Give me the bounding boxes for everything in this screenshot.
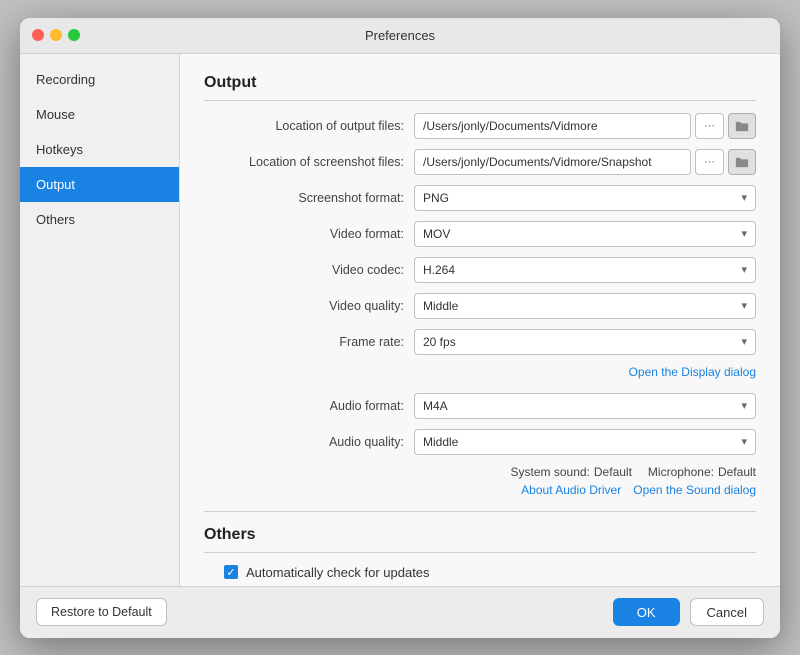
video-codec-label: Video codec: <box>204 263 414 277</box>
output-location-label: Location of output files: <box>204 119 414 133</box>
preferences-window: Preferences Recording Mouse Hotkeys Outp… <box>20 18 780 638</box>
video-format-label: Video format: <box>204 227 414 241</box>
video-quality-value: Middle <box>423 299 458 313</box>
audio-quality-row: Audio quality: Middle ▾ <box>204 429 756 455</box>
audio-quality-arrow: ▾ <box>741 435 747 448</box>
audio-links-row: About Audio Driver Open the Sound dialog <box>204 483 756 497</box>
sidebar-item-others[interactable]: Others <box>20 202 179 237</box>
screenshot-location-label: Location of screenshot files: <box>204 155 414 169</box>
screenshot-format-arrow: ▾ <box>741 191 747 204</box>
main-panel: Output Location of output files: ··· Loc… <box>180 54 780 586</box>
auto-check-label: Automatically check for updates <box>246 565 430 580</box>
ok-button[interactable]: OK <box>613 598 680 626</box>
video-quality-arrow: ▾ <box>741 299 747 312</box>
action-buttons: OK Cancel <box>613 598 764 626</box>
display-link-row: Open the Display dialog <box>204 365 756 379</box>
video-quality-dropdown[interactable]: Middle ▾ <box>414 293 756 319</box>
video-codec-dropdown[interactable]: H.264 ▾ <box>414 257 756 283</box>
screenshot-location-input[interactable] <box>414 149 691 175</box>
system-audio-row: System sound: Default Microphone: Defaul… <box>204 465 756 479</box>
video-format-dropdown[interactable]: MOV ▾ <box>414 221 756 247</box>
system-sound-item: System sound: Default <box>511 465 632 479</box>
video-format-arrow: ▾ <box>741 227 747 240</box>
video-codec-row: Video codec: H.264 ▾ <box>204 257 756 283</box>
traffic-lights <box>32 29 80 41</box>
screenshot-location-dots-button[interactable]: ··· <box>695 149 724 175</box>
zoom-button[interactable] <box>68 29 80 41</box>
auto-check-row: ✓ Automatically check for updates <box>224 565 756 580</box>
folder-icon <box>735 156 749 168</box>
auto-check-checkbox[interactable]: ✓ <box>224 565 238 579</box>
folder-icon <box>735 120 749 132</box>
sidebar-item-hotkeys[interactable]: Hotkeys <box>20 132 179 167</box>
frame-rate-row: Frame rate: 20 fps ▾ <box>204 329 756 355</box>
open-display-link[interactable]: Open the Display dialog <box>629 365 756 379</box>
video-codec-value: H.264 <box>423 263 455 277</box>
output-location-row: Location of output files: ··· <box>204 113 756 139</box>
microphone-value: Default <box>718 465 756 479</box>
audio-quality-value: Middle <box>423 435 458 449</box>
microphone-item: Microphone: Default <box>648 465 756 479</box>
output-location-input[interactable] <box>414 113 691 139</box>
frame-rate-value: 20 fps <box>423 335 456 349</box>
screenshot-location-row: Location of screenshot files: ··· <box>204 149 756 175</box>
output-location-field: ··· <box>414 113 756 139</box>
sidebar-item-mouse[interactable]: Mouse <box>20 97 179 132</box>
system-sound-label: System sound: <box>511 465 590 479</box>
sidebar: Recording Mouse Hotkeys Output Others <box>20 54 180 586</box>
section-separator <box>204 511 756 512</box>
sidebar-item-recording[interactable]: Recording <box>20 62 179 97</box>
audio-format-value: M4A <box>423 399 448 413</box>
output-section-title: Output <box>204 74 756 101</box>
audio-format-row: Audio format: M4A ▾ <box>204 393 756 419</box>
video-quality-label: Video quality: <box>204 299 414 313</box>
video-format-value: MOV <box>423 227 450 241</box>
screenshot-format-row: Screenshot format: PNG ▾ <box>204 185 756 211</box>
others-section-title: Others <box>204 526 756 553</box>
output-location-dots-button[interactable]: ··· <box>695 113 724 139</box>
audio-quality-label: Audio quality: <box>204 435 414 449</box>
restore-default-button[interactable]: Restore to Default <box>36 598 167 626</box>
system-sound-value: Default <box>594 465 632 479</box>
screenshot-format-dropdown[interactable]: PNG ▾ <box>414 185 756 211</box>
about-audio-driver-link[interactable]: About Audio Driver <box>521 483 621 497</box>
frame-rate-dropdown[interactable]: 20 fps ▾ <box>414 329 756 355</box>
output-location-folder-button[interactable] <box>728 113 756 139</box>
video-format-row: Video format: MOV ▾ <box>204 221 756 247</box>
sidebar-item-output[interactable]: Output <box>20 167 179 202</box>
video-quality-row: Video quality: Middle ▾ <box>204 293 756 319</box>
audio-format-dropdown[interactable]: M4A ▾ <box>414 393 756 419</box>
frame-rate-arrow: ▾ <box>741 335 747 348</box>
video-codec-arrow: ▾ <box>741 263 747 276</box>
screenshot-format-value: PNG <box>423 191 449 205</box>
audio-quality-dropdown[interactable]: Middle ▾ <box>414 429 756 455</box>
window-content: Recording Mouse Hotkeys Output Others Ou… <box>20 54 780 586</box>
screenshot-location-field: ··· <box>414 149 756 175</box>
close-button[interactable] <box>32 29 44 41</box>
cancel-button[interactable]: Cancel <box>690 598 764 626</box>
window-title: Preferences <box>365 28 435 43</box>
minimize-button[interactable] <box>50 29 62 41</box>
audio-format-label: Audio format: <box>204 399 414 413</box>
microphone-label: Microphone: <box>648 465 714 479</box>
screenshot-format-label: Screenshot format: <box>204 191 414 205</box>
titlebar: Preferences <box>20 18 780 54</box>
frame-rate-label: Frame rate: <box>204 335 414 349</box>
open-sound-dialog-link[interactable]: Open the Sound dialog <box>633 483 756 497</box>
bottom-bar: Restore to Default OK Cancel <box>20 586 780 638</box>
screenshot-location-folder-button[interactable] <box>728 149 756 175</box>
audio-format-arrow: ▾ <box>741 399 747 412</box>
